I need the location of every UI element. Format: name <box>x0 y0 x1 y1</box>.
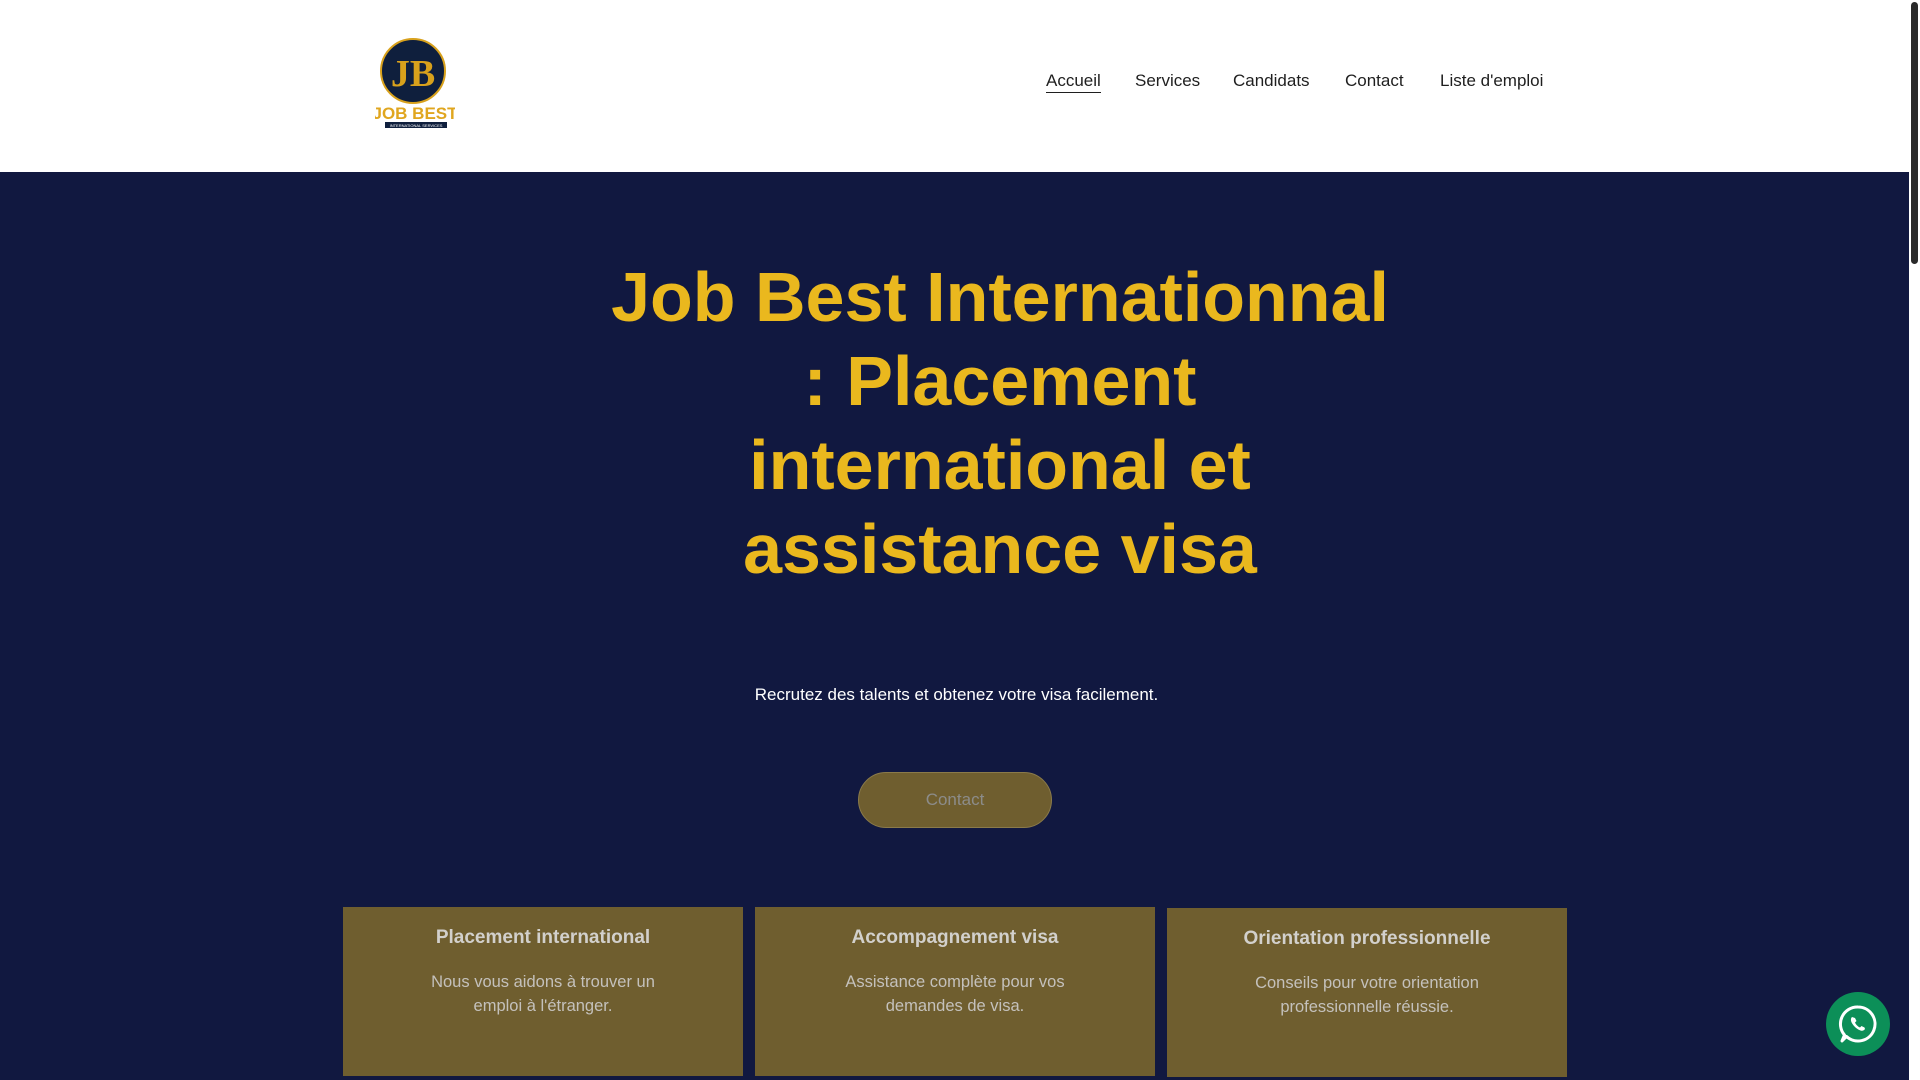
hero-section: Job Best Internationnal : Placement inte… <box>0 172 1909 1080</box>
hero-subtitle: Recrutez des talents et obtenez votre vi… <box>754 685 1159 704</box>
main-nav: Accueil Services Candidats Contact Liste… <box>1046 71 1909 101</box>
card-text: Nous vous aidons à trouver un emploi à l… <box>431 973 655 1015</box>
hero-title-line-4: assistance visa <box>743 510 1257 588</box>
nav-candidats[interactable]: Candidats <box>1233 71 1310 91</box>
logo-wordmark: JOB BEST <box>375 104 455 123</box>
card-text: Assistance complète pour vos demandes de… <box>845 973 1065 1015</box>
nav-liste-emploi[interactable]: Liste d'emploi <box>1440 71 1543 91</box>
service-card: Accompagnement visa Assistance complète … <box>755 907 1155 1076</box>
nav-contact[interactable]: Contact <box>1345 71 1404 91</box>
contact-button[interactable]: Contact <box>858 772 1052 828</box>
hero-title-line-2: : Placement <box>803 342 1197 420</box>
logo-tagline: INTERNATIONAL SERVICES <box>390 123 443 128</box>
card-title: Accompagnement visa <box>851 927 1059 948</box>
hero-title: Job Best Internationnal : Placement inte… <box>560 255 1440 591</box>
whatsapp-icon <box>1838 1005 1877 1043</box>
nav-services[interactable]: Services <box>1135 71 1200 91</box>
hero-title-line-3: international et <box>749 426 1251 504</box>
card-text: Conseils pour votre orientation professi… <box>1255 974 1479 1016</box>
site-logo[interactable]: JB JOB BEST INTERNATIONAL SERVICES <box>372 36 458 130</box>
nav-accueil[interactable]: Accueil <box>1046 71 1101 93</box>
whatsapp-button[interactable] <box>1826 992 1890 1056</box>
hero-title-line-1: Job Best Internationnal <box>611 258 1389 336</box>
site-header: JB JOB BEST INTERNATIONAL SERVICES Accue… <box>0 0 1909 172</box>
logo-monogram: JB <box>391 53 435 95</box>
scrollbar-thumb[interactable] <box>1911 2 1918 264</box>
service-card: Orientation professionnelle Conseils pou… <box>1167 908 1567 1077</box>
card-title: Orientation professionnelle <box>1243 928 1491 949</box>
page-scrollbar[interactable] <box>1909 0 1920 1080</box>
service-card: Placement international Nous vous aidons… <box>343 907 743 1076</box>
card-title: Placement international <box>435 927 651 948</box>
